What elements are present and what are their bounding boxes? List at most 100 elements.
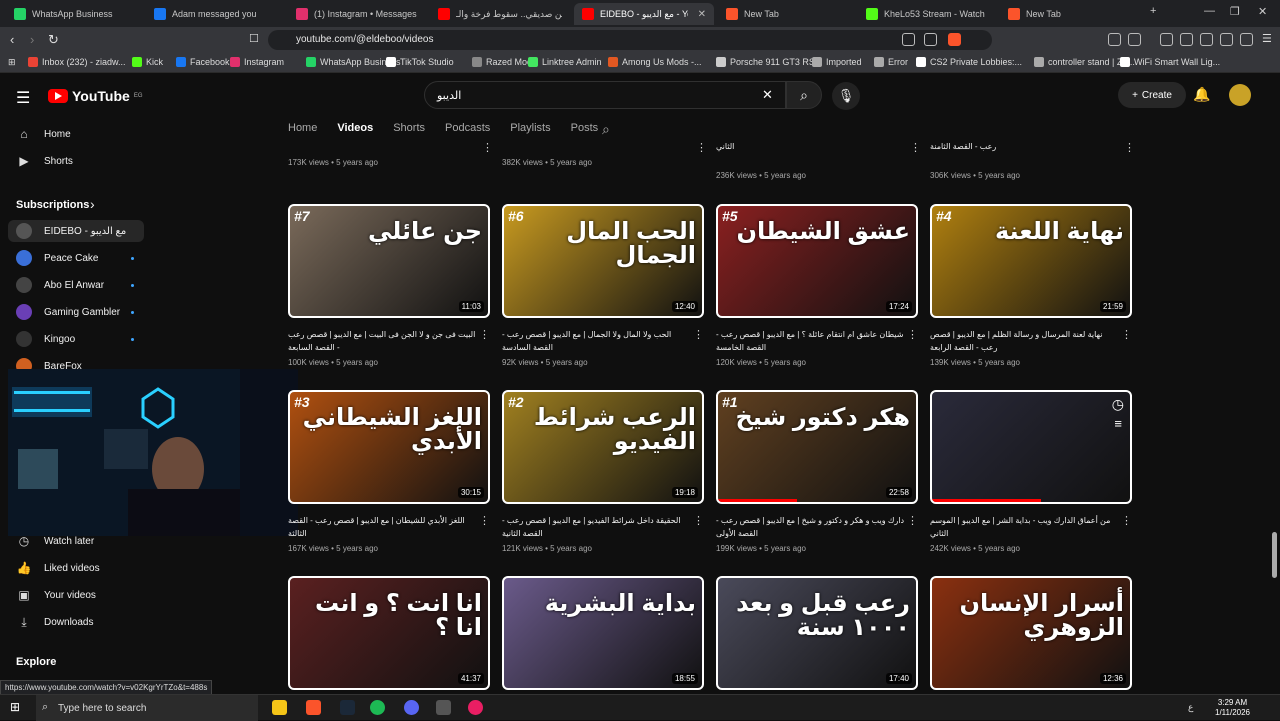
search-button[interactable]: ⌕: [786, 81, 822, 109]
video-title[interactable]: شيطان عاشق ام انتقام عائلة ؟ | مع الديبو…: [716, 328, 906, 354]
steam-icon[interactable]: [340, 700, 355, 715]
restore-button[interactable]: ❐: [1230, 5, 1240, 18]
bookmark-item[interactable]: CS2 Private Lobbies:...: [916, 57, 1022, 67]
bookmark-item[interactable]: Linktree Admin: [528, 57, 602, 67]
video-thumbnail[interactable]: ◷ ≡: [930, 390, 1132, 504]
create-button[interactable]: + Create: [1118, 82, 1186, 108]
input-language[interactable]: ع: [1188, 702, 1193, 713]
tab-videos[interactable]: Videos: [337, 122, 373, 138]
subscriptions-heading[interactable]: Subscriptions: [16, 199, 89, 211]
subscription-item[interactable]: Peace Cake: [8, 247, 144, 269]
forward-icon[interactable]: ›: [30, 32, 34, 47]
video-thumbnail[interactable]: #6 الحب المال الجمال 12:40: [502, 204, 704, 318]
url-field[interactable]: youtube.com/@eldeboo/videos: [268, 30, 992, 50]
youtube-logo[interactable]: YouTube EG: [48, 88, 142, 104]
bookmark-item[interactable]: Instagram: [230, 57, 284, 67]
wallet-icon[interactable]: [1128, 33, 1141, 46]
video-title[interactable]: من أعماق الدارك ويب - بداية الشر | مع ال…: [930, 514, 1120, 540]
video-title[interactable]: رعب - القصة الثامنة: [930, 140, 1120, 153]
browser-tab[interactable]: New Tab: [1000, 3, 1136, 25]
video-menu-icon[interactable]: ⋮: [693, 514, 704, 527]
taskbar-search-input[interactable]: Type here to search: [36, 695, 258, 721]
chevron-right-icon[interactable]: ›: [90, 196, 95, 212]
bookmark-item[interactable]: Razed Mods: [472, 57, 537, 67]
video-title[interactable]: الحقيقة داخل شرائط الفيديو | مع الديبو |…: [502, 514, 692, 540]
browser-tab[interactable]: المدمن صديقي.. سقوط فرخة والـ: [430, 3, 570, 25]
share-icon[interactable]: [924, 33, 937, 46]
subscription-item[interactable]: Abo El Anwar: [8, 274, 144, 296]
tab-shorts[interactable]: Shorts: [393, 122, 425, 138]
sidebar-item-home[interactable]: ⌂ Home: [8, 123, 144, 145]
spotify-icon[interactable]: [370, 700, 385, 715]
video-card[interactable]: #1 هكر دكتور شيخ 22:58 دارك ويب و هكر و دكت…: [716, 390, 918, 554]
video-title[interactable]: دارك ويب و هكر و دكتور و شيخ | مع الديبو…: [716, 514, 906, 540]
system-clock[interactable]: 3:29 AM 1/11/2026: [1215, 698, 1250, 718]
video-card[interactable]: #2 الرعب شرائط الفيديو 19:18 الحقيقة داخل ش…: [502, 390, 704, 554]
video-thumbnail[interactable]: رعب قبل و بعد ١٠٠٠ سنة 17:40: [716, 576, 918, 690]
browser-tab[interactable]: Adam messaged you: [146, 3, 284, 25]
video-card[interactable]: #5 عشق الشيطان 17:24 شيطان عاشق ام انتقام ع…: [716, 204, 918, 368]
bookmark-icon[interactable]: ☐: [249, 32, 259, 45]
video-title[interactable]: نهاية لعنة المرسال و رسالة الظلم | مع ال…: [930, 328, 1120, 354]
browser-tab[interactable]: New Tab: [718, 3, 854, 25]
tab-posts[interactable]: Posts: [571, 122, 599, 138]
video-thumbnail[interactable]: #1 هكر دكتور شيخ 22:58: [716, 390, 918, 504]
bookmark-item[interactable]: TikTok Studio: [386, 57, 454, 67]
browser-tab[interactable]: (1) Instagram • Messages: [288, 3, 426, 25]
notifications-bell-icon[interactable]: 🔔: [1193, 86, 1210, 103]
video-menu-icon[interactable]: ⋮: [1121, 328, 1132, 341]
video-card[interactable]: #7 جن عائلي 11:03 البيت فى جن و لا الجن فى …: [288, 204, 490, 368]
music-icon[interactable]: [1160, 33, 1173, 46]
new-tab-button[interactable]: +: [1150, 5, 1156, 17]
sidebar-item-you[interactable]: ⤓ Downloads: [8, 611, 144, 633]
video-title[interactable]: [502, 140, 692, 153]
video-title[interactable]: الثاني: [716, 140, 906, 153]
watch-later-icon[interactable]: ◷: [1112, 396, 1124, 413]
bookmark-item[interactable]: Inbox (232) - ziadw...: [28, 57, 126, 67]
video-thumbnail[interactable]: #7 جن عائلي 11:03: [288, 204, 490, 318]
video-title[interactable]: الحب ولا المال ولا الجمال | مع الديبو | …: [502, 328, 692, 354]
menu-icon[interactable]: ☰: [1262, 32, 1272, 45]
video-thumbnail[interactable]: #5 عشق الشيطان 17:24: [716, 204, 918, 318]
discord-icon[interactable]: [404, 700, 419, 715]
add-to-queue-icon[interactable]: ≡: [1114, 416, 1122, 431]
video-menu-icon[interactable]: ⋮: [910, 141, 921, 154]
page-scrollbar[interactable]: [1272, 532, 1277, 578]
video-thumbnail[interactable]: بداية البشرية 18:55: [502, 576, 704, 690]
bookmark-item[interactable]: Kick: [132, 57, 163, 67]
video-card[interactable]: انا انت ؟ و انت انا ؟ 41:37: [288, 576, 490, 690]
brave-shield-icon[interactable]: [948, 33, 961, 46]
subscription-item[interactable]: Kingoo: [8, 328, 144, 350]
brave-browser-icon[interactable]: [306, 700, 321, 715]
install-icon[interactable]: [902, 33, 915, 46]
video-card[interactable]: أسرار الإنسان الزوهري 12:36: [930, 576, 1132, 690]
video-menu-icon[interactable]: ⋮: [693, 328, 704, 341]
video-card[interactable]: #4 نهاية اللعنة 21:59 نهاية لعنة المرسال و …: [930, 204, 1132, 368]
sidebar-item-you[interactable]: ▣ Your videos: [8, 584, 144, 606]
sidebar-item-you[interactable]: 👍 Liked videos: [8, 557, 144, 579]
guide-menu-icon[interactable]: ☰: [16, 88, 30, 108]
video-menu-icon[interactable]: ⋮: [907, 328, 918, 341]
sidebar-icon[interactable]: [1180, 33, 1193, 46]
windows-start-icon[interactable]: ⊞: [10, 700, 20, 714]
extensions-icon[interactable]: [1108, 33, 1121, 46]
video-card[interactable]: #3 اللغز الشيطاني الأبدي 30:15 اللغز الأبدي…: [288, 390, 490, 554]
video-thumbnail[interactable]: انا انت ؟ و انت انا ؟ 41:37: [288, 576, 490, 690]
close-window-button[interactable]: ✕: [1258, 5, 1267, 18]
close-tab-icon[interactable]: ✕: [698, 9, 706, 20]
bookmark-item[interactable]: WiFi Smart Wall Lig...: [1120, 57, 1220, 67]
sidebar-item-shorts[interactable]: ▶ Shorts: [8, 150, 144, 172]
video-thumbnail[interactable]: أسرار الإنسان الزوهري 12:36: [930, 576, 1132, 690]
account-avatar[interactable]: [1229, 84, 1251, 106]
video-menu-icon[interactable]: ⋮: [479, 514, 490, 527]
video-menu-icon[interactable]: ⋮: [1121, 514, 1132, 527]
minimize-button[interactable]: —: [1204, 5, 1215, 17]
tab-home[interactable]: Home: [288, 122, 317, 138]
video-thumbnail[interactable]: #2 الرعب شرائط الفيديو 19:18: [502, 390, 704, 504]
video-menu-icon[interactable]: ⋮: [482, 141, 493, 154]
video-thumbnail[interactable]: #3 اللغز الشيطاني الأبدي 30:15: [288, 390, 490, 504]
media-app-icon[interactable]: [468, 700, 483, 715]
video-menu-icon[interactable]: ⋮: [1124, 141, 1135, 154]
channel-search-icon[interactable]: ⌕: [602, 121, 610, 138]
reload-icon[interactable]: ↻: [48, 32, 59, 48]
